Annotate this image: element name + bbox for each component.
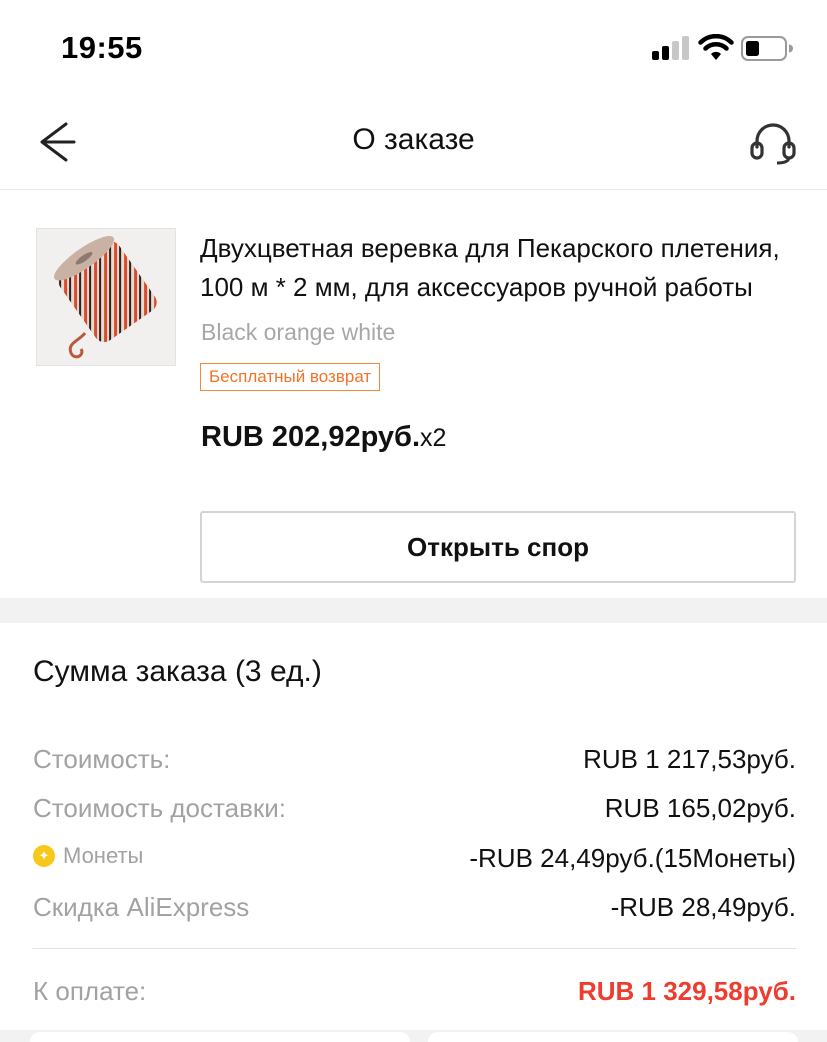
- summary-divider: [33, 948, 796, 949]
- twine-spool-image: [37, 229, 175, 365]
- status-bar: 19:55: [0, 0, 827, 95]
- cellular-signal-icon: [652, 36, 692, 60]
- summary-row-value: -RUB 24,49руб.(15Монеты): [469, 843, 796, 873]
- status-time: 19:55: [61, 30, 143, 65]
- wifi-icon: [698, 34, 734, 60]
- product-title[interactable]: Двухцветная веревка для Пекарского плете…: [200, 229, 800, 307]
- nav-header: О заказе: [0, 95, 827, 190]
- total-value: RUB 1 329,58руб.: [577, 976, 796, 1006]
- product-image[interactable]: [36, 228, 176, 366]
- summary-row-label: Стоимость доставки:: [33, 793, 287, 823]
- headset-icon[interactable]: [745, 117, 801, 167]
- summary-row-label: Стоимость:: [33, 744, 171, 774]
- battery-icon: [741, 36, 793, 61]
- product-quantity: x2: [420, 424, 447, 452]
- summary-row-total: К оплате: RUB 1 329,58руб.: [33, 976, 796, 1010]
- page-title: О заказе: [352, 123, 475, 156]
- free-return-badge: Бесплатный возврат: [200, 363, 381, 391]
- summary-row-discount: Скидка AliExpress -RUB 28,49руб.: [33, 892, 796, 926]
- summary-row-label: Скидка AliExpress: [33, 892, 250, 922]
- coins-label: Монеты: [63, 843, 144, 868]
- summary-row-label: Монеты: [33, 843, 143, 869]
- summary-row-coins: Монеты -RUB 24,49руб.(15Монеты): [33, 843, 796, 877]
- section-separator: [0, 598, 827, 623]
- open-dispute-button[interactable]: Открыть спор: [200, 511, 796, 583]
- product-variant: Black orange white: [201, 319, 396, 345]
- recommendation-card[interactable]: [30, 1032, 410, 1042]
- summary-row-shipping: Стоимость доставки: RUB 165,02руб.: [33, 793, 796, 827]
- price-value: RUB 202,92руб.: [201, 421, 421, 453]
- coin-icon: [33, 845, 55, 867]
- order-summary-title: Сумма заказа (3 ед.): [33, 655, 322, 688]
- summary-row-value: RUB 1 217,53руб.: [583, 744, 796, 774]
- summary-row-cost: Стоимость: RUB 1 217,53руб.: [33, 744, 796, 778]
- recommendation-card[interactable]: [428, 1032, 798, 1042]
- summary-row-value: -RUB 28,49руб.: [610, 892, 796, 922]
- summary-row-value: RUB 165,02руб.: [604, 793, 796, 823]
- product-price: RUB 202,92руб.x2: [201, 421, 446, 454]
- total-label: К оплате:: [33, 976, 147, 1006]
